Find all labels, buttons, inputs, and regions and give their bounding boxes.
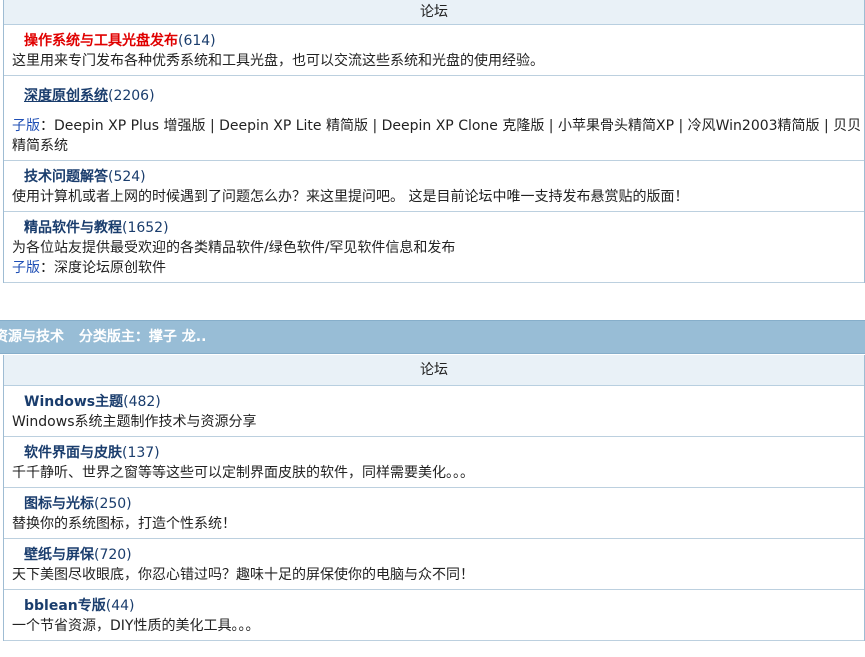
forum-description: 天下美图尽收眼底，你忍心错过吗？趣味十足的屏保使你的电脑与众不同！ (12, 567, 474, 583)
forum-description: 替换你的系统图标，打造个性系统！ (12, 516, 236, 532)
category-title[interactable]: 资源与技术 (0, 329, 64, 345)
forum-count: (720) (94, 547, 132, 563)
forum-row-software-tutorials: 精品软件与教程(1652) 为各位站友提供最受欢迎的各类精品软件/绿色软件/罕见… (4, 212, 864, 283)
forum-row-deepin-original: 深度原创系统(2206) 子版：Deepin XP Plus 增强版 | Dee… (4, 76, 864, 161)
table-header-forum: 论坛 (4, 355, 864, 386)
forum-count: (1652) (122, 220, 169, 236)
forum-table-2: 论坛 Windows主题(482) Windows系统主题制作技术与资源分享 软… (3, 355, 865, 641)
forum-count: (2206) (108, 88, 155, 104)
forum-page: 论坛 操作系统与工具光盘发布(614) 这里用来专门发布各种优秀系统和工具光盘，… (0, 0, 865, 657)
forum-count: (614) (178, 33, 216, 49)
forum-row-icons-cursors: 图标与光标(250) 替换你的系统图标，打造个性系统！ (4, 488, 864, 539)
forum-description: 这里用来专门发布各种优秀系统和工具光盘，也可以交流这些系统和光盘的使用经验。 (12, 53, 544, 69)
subforum-list: 子版：深度论坛原创软件 (12, 258, 864, 278)
forum-count: (137) (122, 445, 160, 461)
forum-link-bblean[interactable]: bblean专版 (24, 598, 106, 614)
forum-count: (44) (105, 598, 135, 614)
forum-description: 千千静听、世界之窗等等这些可以定制界面皮肤的软件，同样需要美化。。。 (12, 465, 474, 481)
forum-description: Windows系统主题制作技术与资源分享 (12, 414, 257, 430)
forum-link-software-tutorials[interactable]: 精品软件与教程 (24, 220, 122, 236)
moderators[interactable]: 撑子 龙.. (149, 329, 207, 345)
forum-link-windows-themes[interactable]: Windows主题 (24, 394, 123, 410)
forum-description: 使用计算机或者上网的时候遇到了问题怎么办？来这里提问吧。 这是目前论坛中唯一支持… (12, 189, 689, 205)
forum-count: (250) (94, 496, 132, 512)
subforum-links[interactable]: ：深度论坛原创软件 (40, 260, 166, 276)
forum-row-windows-themes: Windows主题(482) Windows系统主题制作技术与资源分享 (4, 386, 864, 437)
forum-row-os-discs: 操作系统与工具光盘发布(614) 这里用来专门发布各种优秀系统和工具光盘，也可以… (4, 25, 864, 76)
subforum-list: 子版：Deepin XP Plus 增强版 | Deepin XP Lite 精… (12, 116, 864, 156)
forum-link-os-discs[interactable]: 操作系统与工具光盘发布 (24, 33, 178, 49)
forum-row-bblean: bblean专版(44) 一个节省资源，DIY性质的美化工具。。。 (4, 590, 864, 641)
table-header-forum: 论坛 (4, 0, 864, 25)
category-header-resources: 资源与技术 分类版主：撑子 龙.. (0, 320, 865, 354)
forum-count: (482) (123, 394, 161, 410)
subforum-label[interactable]: 子版 (12, 260, 40, 276)
forum-row-tech-qa: 技术问题解答(524) 使用计算机或者上网的时候遇到了问题怎么办？来这里提问吧。… (4, 161, 864, 212)
subforum-label[interactable]: 子版 (12, 118, 40, 134)
forum-count: (524) (108, 169, 146, 185)
forum-link-icons-cursors[interactable]: 图标与光标 (24, 496, 94, 512)
forum-description: 为各位站友提供最受欢迎的各类精品软件/绿色软件/罕见软件信息和发布 (12, 240, 456, 256)
forum-description: 一个节省资源，DIY性质的美化工具。。。 (12, 618, 260, 634)
forum-row-skins: 软件界面与皮肤(137) 千千静听、世界之窗等等这些可以定制界面皮肤的软件，同样… (4, 437, 864, 488)
forum-table-1: 论坛 操作系统与工具光盘发布(614) 这里用来专门发布各种优秀系统和工具光盘，… (3, 0, 865, 283)
forum-link-wallpapers[interactable]: 壁纸与屏保 (24, 547, 94, 563)
forum-row-wallpapers: 壁纸与屏保(720) 天下美图尽收眼底，你忍心错过吗？趣味十足的屏保使你的电脑与… (4, 539, 864, 590)
forum-link-tech-qa[interactable]: 技术问题解答 (24, 169, 108, 185)
subforum-links[interactable]: ：Deepin XP Plus 增强版 | Deepin XP Lite 精简版… (12, 118, 861, 154)
moderators-label: 分类版主： (78, 329, 149, 345)
forum-link-skins[interactable]: 软件界面与皮肤 (24, 445, 122, 461)
forum-link-deepin-original[interactable]: 深度原创系统 (24, 88, 108, 104)
